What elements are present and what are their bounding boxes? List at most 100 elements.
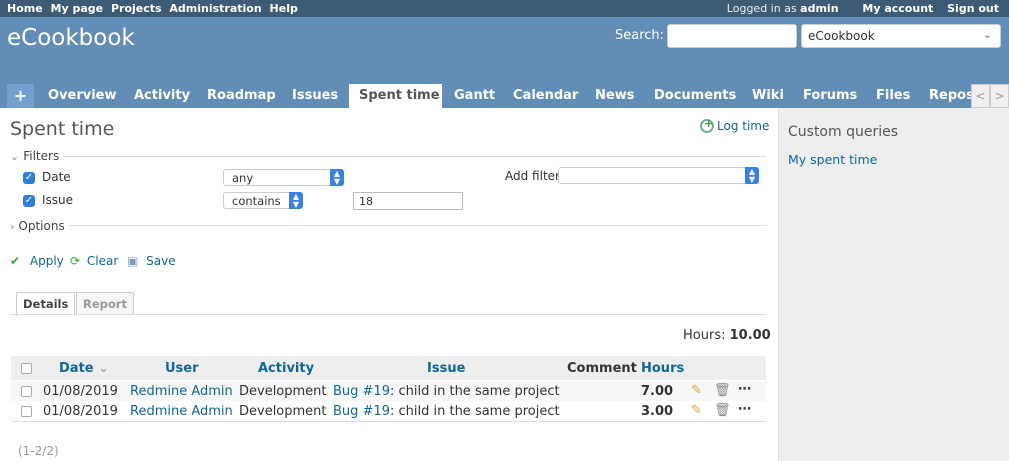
row-checkbox[interactable]: [21, 406, 32, 417]
main-menu: + Overview Activity Roadmap Issues Spent…: [0, 84, 1009, 108]
header: eCookbook Search: eCookbook ⌄ + Overview…: [0, 17, 1009, 108]
row-date: 01/08/2019: [43, 384, 118, 399]
edit-pencil-icon[interactable]: ✎: [691, 383, 702, 398]
tab-report[interactable]: Report: [76, 292, 134, 315]
sidebar-query-my-spent-time[interactable]: My spent time: [788, 152, 877, 167]
top-menu-projects[interactable]: Projects: [111, 2, 162, 15]
project-jump-select[interactable]: eCookbook ⌄: [801, 24, 1001, 48]
apply-label: Apply: [29, 254, 64, 268]
top-menu-right: Logged in as admin My account Sign out: [727, 2, 999, 15]
tab-roadmap[interactable]: Roadmap: [207, 84, 276, 108]
options-legend[interactable]: › Options: [10, 219, 69, 233]
add-filter-label: Add filter: [505, 169, 560, 183]
column-hours[interactable]: Hours: [641, 361, 684, 376]
row-issue-link[interactable]: Bug #19: [333, 404, 390, 419]
top-menu-my-page[interactable]: My page: [51, 2, 104, 15]
delete-trash-icon[interactable]: 🗑: [714, 403, 731, 418]
tab-spent-time[interactable]: Spent time: [349, 84, 442, 108]
sort-desc-icon: ⌄: [98, 361, 110, 376]
column-user[interactable]: User: [165, 361, 199, 376]
row-checkbox[interactable]: [21, 386, 32, 397]
total-hours-value: 10.00: [729, 328, 771, 343]
row-issue: Bug #19: child in the same project: [333, 404, 560, 419]
filter-issue-operator-select[interactable]: contains ▲ ▼: [223, 192, 303, 209]
save-label: Save: [146, 254, 176, 268]
tabs-scroll-left-button[interactable]: <: [971, 84, 990, 108]
filters-legend[interactable]: ⌄ Filters: [10, 149, 64, 163]
tabs-scroll-right-button[interactable]: >: [990, 84, 1009, 108]
my-account-link[interactable]: My account: [862, 2, 933, 15]
row-issue-link[interactable]: Bug #19: [333, 384, 390, 399]
edit-pencil-icon[interactable]: ✎: [691, 403, 702, 418]
tab-news[interactable]: News: [595, 84, 634, 108]
search-input[interactable]: [667, 24, 797, 48]
filter-issue-checkbox[interactable]: ✓: [23, 195, 35, 207]
row-user-link[interactable]: Redmine Admin: [130, 384, 233, 399]
sidebar-title: Custom queries: [788, 124, 899, 140]
top-menu-home[interactable]: Home: [7, 2, 43, 15]
more-actions-icon[interactable]: ⋯: [738, 402, 751, 417]
tab-activity[interactable]: Activity: [134, 84, 190, 108]
chevron-right-icon: ›: [10, 220, 15, 233]
tab-repository[interactable]: Repos: [929, 84, 971, 108]
chevron-down-icon: ⌄: [10, 150, 20, 163]
tab-calendar[interactable]: Calendar: [513, 84, 578, 108]
chevron-down-icon: ⌄: [982, 28, 992, 41]
options-fieldset: [10, 225, 766, 226]
table-row: 01/08/2019 Redmine Admin Development Bug…: [11, 381, 766, 401]
filter-date-label: Date: [42, 170, 71, 184]
row-activity: Development: [239, 404, 327, 419]
tab-details[interactable]: Details: [16, 292, 76, 316]
save-button[interactable]: ▣ Save: [127, 254, 176, 268]
new-object-button[interactable]: +: [7, 84, 34, 108]
tab-wiki[interactable]: Wiki: [752, 84, 784, 108]
row-issue-subject: : child in the same project: [389, 404, 560, 419]
check-icon: ✔: [10, 254, 21, 268]
column-date[interactable]: Date ⌄: [59, 361, 109, 376]
delete-trash-icon[interactable]: 🗑: [714, 383, 731, 398]
sign-out-link[interactable]: Sign out: [947, 2, 999, 15]
top-menu-help[interactable]: Help: [270, 2, 298, 15]
tab-overview[interactable]: Overview: [48, 84, 117, 108]
tab-documents[interactable]: Documents: [654, 84, 736, 108]
sidebar: Custom queries My spent time: [778, 108, 1009, 461]
table-bottom-border: [11, 421, 766, 422]
log-time-label: Log time: [717, 119, 770, 133]
logged-as-prefix: Logged in as: [726, 2, 797, 15]
top-menu-administration[interactable]: Administration: [169, 2, 261, 15]
row-hours: 7.00: [641, 384, 674, 399]
tab-forums[interactable]: Forums: [803, 84, 857, 108]
clear-label: Clear: [86, 254, 119, 268]
add-filter-select[interactable]: ▲ ▼: [558, 167, 759, 184]
column-activity[interactable]: Activity: [258, 361, 314, 376]
table-row: 01/08/2019 Redmine Admin Development Bug…: [11, 401, 766, 421]
clear-button[interactable]: ⟳ Clear: [70, 254, 118, 268]
select-arrows-icon: ▲ ▼: [289, 192, 303, 209]
filter-date-checkbox[interactable]: ✓: [23, 172, 35, 184]
apply-button[interactable]: ✔ Apply: [10, 254, 64, 268]
project-title[interactable]: eCookbook: [7, 25, 135, 51]
top-menu-left: Home My page Projects Administration Hel…: [7, 2, 302, 15]
column-issue[interactable]: Issue: [427, 361, 465, 376]
reload-icon: ⟳: [70, 254, 81, 268]
tab-gantt[interactable]: Gantt: [454, 84, 495, 108]
select-arrows-icon: ▲ ▼: [330, 169, 344, 186]
select-arrows-icon: ▲ ▼: [745, 167, 759, 184]
logged-as-user[interactable]: admin: [800, 2, 838, 15]
more-actions-icon[interactable]: ⋯: [738, 382, 751, 397]
row-issue-subject: : child in the same project: [389, 384, 560, 399]
row-user-link[interactable]: Redmine Admin: [130, 404, 233, 419]
filter-issue-label: Issue: [42, 193, 74, 207]
tab-files[interactable]: Files: [876, 84, 910, 108]
log-time-link[interactable]: Log time: [700, 117, 770, 133]
tab-issues[interactable]: Issues: [292, 84, 338, 108]
column-comment: Comment: [567, 361, 637, 376]
filter-date-operator-select[interactable]: any ▲ ▼: [223, 169, 344, 186]
filter-issue-value-input[interactable]: 18: [353, 192, 463, 210]
row-hours: 3.00: [641, 404, 674, 419]
add-time-icon: [700, 117, 714, 133]
top-menu: Home My page Projects Administration Hel…: [0, 0, 1009, 17]
select-all-checkbox[interactable]: [21, 363, 32, 374]
column-date-label: Date: [59, 361, 94, 376]
row-date: 01/08/2019: [43, 404, 118, 419]
